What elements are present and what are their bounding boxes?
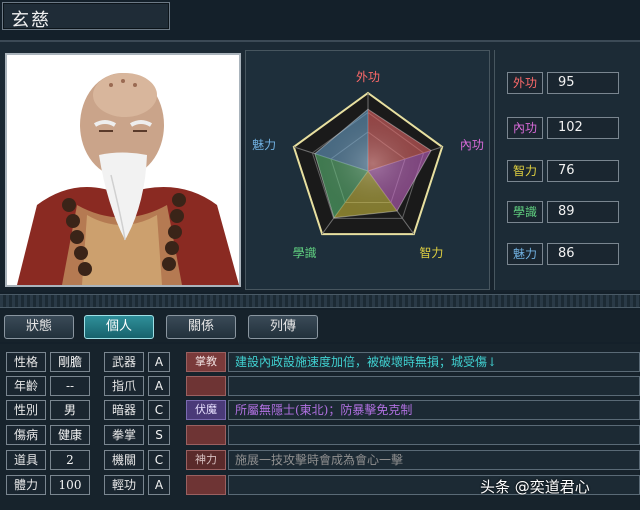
weapon-label: 武器: [104, 352, 144, 372]
weapon-label: 暗器: [104, 400, 144, 420]
weapon-grade: A: [148, 376, 170, 396]
attr-value: --: [50, 376, 90, 396]
skill-slot-empty[interactable]: [186, 475, 226, 495]
skill-description: 施展一技攻擊時會成為會心一擊: [228, 450, 640, 470]
attr-label: 性別: [6, 400, 46, 420]
attr-value: 100: [50, 475, 90, 495]
attr-label: 年齡: [6, 376, 46, 396]
stat-row-intelligence: 智力 76: [507, 160, 632, 182]
weapon-grade: S: [148, 425, 170, 445]
skill-slot-empty[interactable]: [186, 376, 226, 396]
portrait: [5, 53, 241, 287]
radar-chart-panel: 外功內功智力 學識 魅力: [245, 50, 490, 290]
stat-value: 86: [547, 243, 619, 265]
tab-biography[interactable]: 列傳: [248, 315, 318, 339]
stat-label: 外功: [507, 72, 543, 94]
tab-personal[interactable]: 個人: [84, 315, 154, 339]
weapon-grade: A: [148, 352, 170, 372]
weapon-grade: C: [148, 400, 170, 420]
stat-value: 95: [547, 72, 619, 94]
stat-value: 89: [547, 201, 619, 223]
attr-value: 2: [50, 450, 90, 470]
weapon-label: 輕功: [104, 475, 144, 495]
watermark: 头条 @奕道君心: [480, 478, 590, 496]
attr-label: 傷病: [6, 425, 46, 445]
attr-label: 性格: [6, 352, 46, 372]
weapon-grade: C: [148, 450, 170, 470]
radar-axis-label: 學識: [293, 246, 317, 260]
skill-description: 建設內政設施速度加倍，被破壞時無損；城受傷↓: [228, 352, 640, 372]
stat-row-charisma: 魅力 86: [507, 243, 632, 265]
attr-label: 道具: [6, 450, 46, 470]
radar-axis-label: 魅力: [252, 137, 276, 152]
character-name-box: 玄慈: [2, 2, 170, 31]
weapon-label: 指爪: [104, 376, 144, 396]
stat-label: 學識: [507, 201, 543, 223]
tab-relations[interactable]: 關係: [166, 315, 236, 339]
attr-label: 體力: [6, 475, 46, 495]
skill-name[interactable]: 掌教: [186, 352, 226, 372]
stat-label: 智力: [507, 160, 543, 182]
stat-value: 76: [547, 160, 619, 182]
radar-axis-label: 內功: [460, 138, 484, 152]
skill-description: [228, 376, 640, 396]
stat-value: 102: [547, 117, 619, 139]
skill-description: 所屬無隱士(東北)；防暴擊免克制: [228, 400, 640, 420]
skill-description: [228, 425, 640, 445]
stat-row-outer: 外功 95: [507, 72, 632, 94]
attr-value: 男: [50, 400, 90, 420]
section-divider: [0, 294, 640, 308]
stat-row-inner: 內功 102: [507, 117, 632, 139]
tabs-bar: 狀態 個人 關係 列傳: [0, 310, 640, 342]
skill-name[interactable]: 伏魔: [186, 400, 226, 420]
weapon-label: 機關: [104, 450, 144, 470]
skill-slot-empty[interactable]: [186, 425, 226, 445]
stats-panel: 外功 95 內功 102 智力 76 學識 89 魅力 86: [494, 50, 640, 290]
stat-label: 魅力: [507, 243, 543, 265]
skill-name[interactable]: 神力: [186, 450, 226, 470]
radar-axis-label: 智力: [419, 245, 443, 260]
radar-chart: 外功內功智力 學識 魅力: [252, 70, 484, 260]
attr-value: 剛膽: [50, 352, 90, 372]
tab-status[interactable]: 狀態: [4, 315, 74, 339]
attr-value: 健康: [50, 425, 90, 445]
stat-row-knowledge: 學識 89: [507, 201, 632, 223]
weapon-grade: A: [148, 475, 170, 495]
character-name: 玄慈: [11, 10, 51, 31]
weapon-label: 拳掌: [104, 425, 144, 445]
stat-label: 內功: [507, 117, 543, 139]
monk-portrait-icon: [7, 55, 239, 285]
radar-axis-label: 外功: [356, 70, 380, 84]
